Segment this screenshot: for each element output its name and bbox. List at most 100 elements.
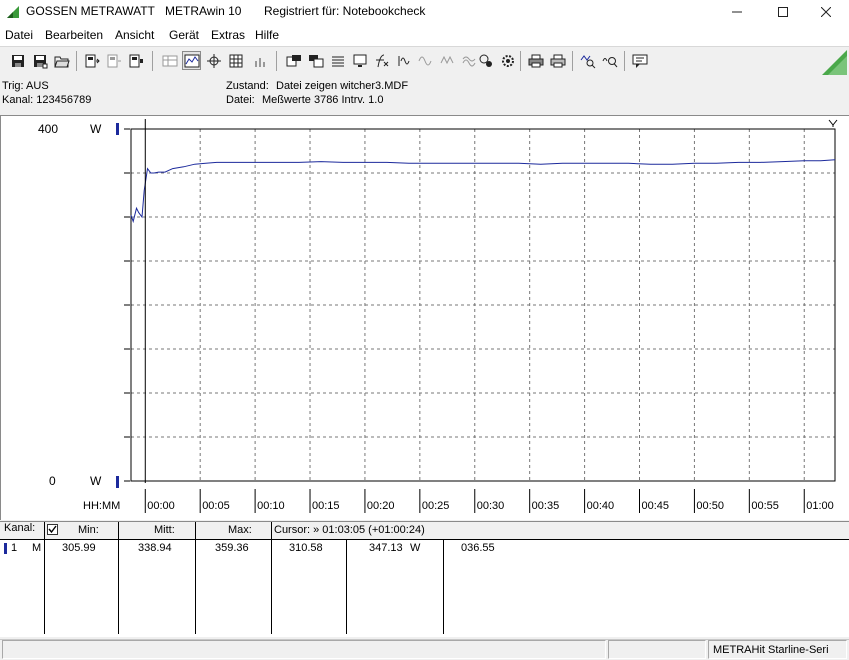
header-cursor-cell: Cursor: » 01:03:05 (+01:00:24) (272, 522, 849, 539)
value-cursor-3: 036.55 (461, 542, 495, 554)
toolbar (0, 46, 849, 76)
x-tick-label: 00:30 (477, 500, 505, 512)
menu-extras[interactable]: Extras (211, 28, 245, 42)
toolbar-separator (152, 51, 153, 71)
wave-icon[interactable] (416, 51, 435, 70)
export-icon[interactable] (284, 51, 303, 70)
menu-bearbeiten[interactable]: Bearbeiten (45, 28, 103, 42)
list-icon[interactable] (328, 51, 347, 70)
x-tick-label: 00:45 (642, 500, 670, 512)
col-divider (443, 540, 444, 634)
channel-color-marker (4, 543, 7, 554)
app-logo-icon (6, 5, 20, 22)
file-value: Meßwerte 3786 Intrv. 1.0 (262, 94, 384, 106)
settings-probe-icon[interactable] (476, 51, 495, 70)
header-max: Max: (228, 524, 252, 536)
x-tick-label: 00:50 (696, 500, 724, 512)
x-tick-label: 00:15 (312, 500, 340, 512)
signal-icon[interactable] (394, 51, 413, 70)
open-folder-icon[interactable] (52, 51, 71, 70)
series-line-power (130, 159, 836, 224)
y-axis-unit-bottom: W (90, 474, 102, 488)
y-axis-unit-top: W (90, 122, 102, 136)
chart-grid (131, 129, 835, 481)
close-button[interactable] (803, 0, 849, 24)
info-bar: Trig: AUS Kanal: 123456789 Zustand: Date… (0, 77, 849, 110)
toolbar-separator (76, 51, 77, 71)
gear-icon[interactable] (498, 51, 517, 70)
line-chart[interactable]: 400 W 0 W HH:MM 00:00 00:05 00:10 00:15 00:2… (0, 115, 849, 520)
app-window: GOSSEN METRAWATT METRAwin 10 Registriert… (0, 0, 849, 660)
bar-chart-icon[interactable] (250, 51, 269, 70)
y-axis-ticks (124, 128, 130, 482)
header-mitt-cell: Mitt: (118, 522, 195, 539)
value-cursor-2: 347.13 (369, 542, 403, 554)
device-send-icon[interactable] (104, 51, 123, 70)
header-checkbox-cell: Min: (44, 522, 118, 539)
help-comment-icon[interactable] (630, 51, 649, 70)
menu-datei[interactable]: Datei (5, 28, 33, 42)
status-device: METRAHit Starline-Seri (708, 640, 847, 659)
visible-checkbox[interactable] (47, 524, 58, 535)
menu-geraet[interactable]: Gerät (169, 28, 199, 42)
print-preview-icon[interactable] (526, 51, 545, 70)
x-tick-label: 00:40 (587, 500, 615, 512)
device-read-icon[interactable] (82, 51, 101, 70)
value-mitt: 338.94 (138, 542, 172, 554)
window-title-company: GOSSEN METRAWATT (26, 4, 155, 18)
x-tick-label: 00:55 (751, 500, 779, 512)
window-title-product: METRAwin 10 (165, 4, 242, 18)
value-min: 305.99 (62, 542, 96, 554)
col-divider (346, 540, 347, 634)
x-tick-label: 00:00 (147, 500, 175, 512)
x-tick-label: 00:35 (532, 500, 560, 512)
function-icon[interactable] (372, 51, 391, 70)
y-axis-top-marker (116, 123, 119, 135)
menu-bar: Datei Bearbeiten Ansicht Gerät Extras Hi… (0, 24, 849, 46)
line-chart-icon[interactable] (182, 51, 201, 70)
header-cursor: Cursor: » 01:03:05 (+01:00:24) (274, 524, 425, 536)
x-tick-label: 00:25 (422, 500, 450, 512)
save-icon[interactable] (8, 51, 27, 70)
minimize-button[interactable] (714, 0, 760, 24)
table-view-icon[interactable] (160, 51, 179, 70)
value-cursor-1: 310.58 (289, 542, 323, 554)
toolbar-separator (624, 51, 625, 71)
save-as-icon[interactable] (30, 51, 49, 70)
toolbar-separator (572, 51, 573, 71)
x-axis-label: HH:MM (83, 500, 120, 512)
col-divider (44, 522, 45, 634)
maximize-button[interactable] (760, 0, 806, 24)
y-axis-bottom-marker (116, 476, 119, 488)
device-stop-icon[interactable] (126, 51, 145, 70)
menu-hilfe[interactable]: Hilfe (255, 28, 279, 42)
corner-logo-icon (822, 50, 847, 78)
table-header-divider (0, 539, 849, 540)
x-tick-label: 01:00 (806, 500, 834, 512)
title-bar: GOSSEN METRAWATT METRAwin 10 Registriert… (0, 0, 849, 24)
grid-view-icon[interactable] (226, 51, 245, 70)
file-label: Datei: (226, 94, 255, 106)
channel-mode: M (32, 542, 42, 554)
channel-info: Kanal: 123456789 (2, 94, 92, 106)
import-icon[interactable] (306, 51, 325, 70)
header-min: Min: (78, 524, 99, 536)
channel-number[interactable]: 1 (11, 542, 17, 554)
wave-scan-icon[interactable] (438, 51, 457, 70)
header-max-cell: Max: (195, 522, 272, 539)
col-divider (271, 522, 272, 634)
status-panel-main (2, 640, 606, 659)
cursor-crosshair-icon[interactable] (204, 51, 223, 70)
zoom-chart-icon[interactable] (578, 51, 597, 70)
cursor-end-marker-icon[interactable] (828, 119, 838, 127)
zoom-icon[interactable] (600, 51, 619, 70)
status-panel-mid (608, 640, 706, 659)
toolbar-separator (520, 51, 521, 71)
window-title-registered: Registriert für: Notebookcheck (264, 4, 426, 18)
print-icon[interactable] (548, 51, 567, 70)
trigger-status: Trig: AUS (2, 80, 49, 92)
monitor-icon[interactable] (350, 51, 369, 70)
menu-ansicht[interactable]: Ansicht (115, 28, 154, 42)
y-axis-max-label: 400 (38, 122, 58, 136)
toolbar-separator (276, 51, 277, 71)
